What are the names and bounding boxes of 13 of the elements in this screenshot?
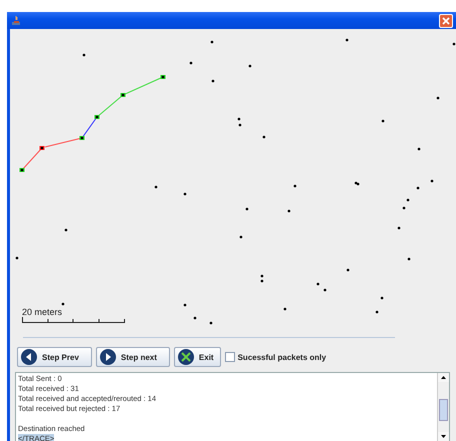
checkbox-label: Sucessful packets only	[238, 352, 326, 362]
scroll-down-icon	[441, 435, 446, 438]
scale-label: 20 meters	[22, 307, 64, 317]
scrollbar[interactable]	[437, 373, 449, 441]
exit-button[interactable]: Exit	[174, 347, 221, 367]
checkbox[interactable]	[224, 352, 235, 362]
step-prev-button[interactable]: Step Prev	[17, 347, 92, 367]
close-icon	[176, 348, 195, 366]
close-button[interactable]	[439, 14, 453, 28]
scroll-up-icon	[441, 376, 446, 379]
step-next-button[interactable]: Step next	[96, 347, 170, 367]
app-icon	[11, 15, 22, 26]
close-icon	[442, 16, 450, 24]
